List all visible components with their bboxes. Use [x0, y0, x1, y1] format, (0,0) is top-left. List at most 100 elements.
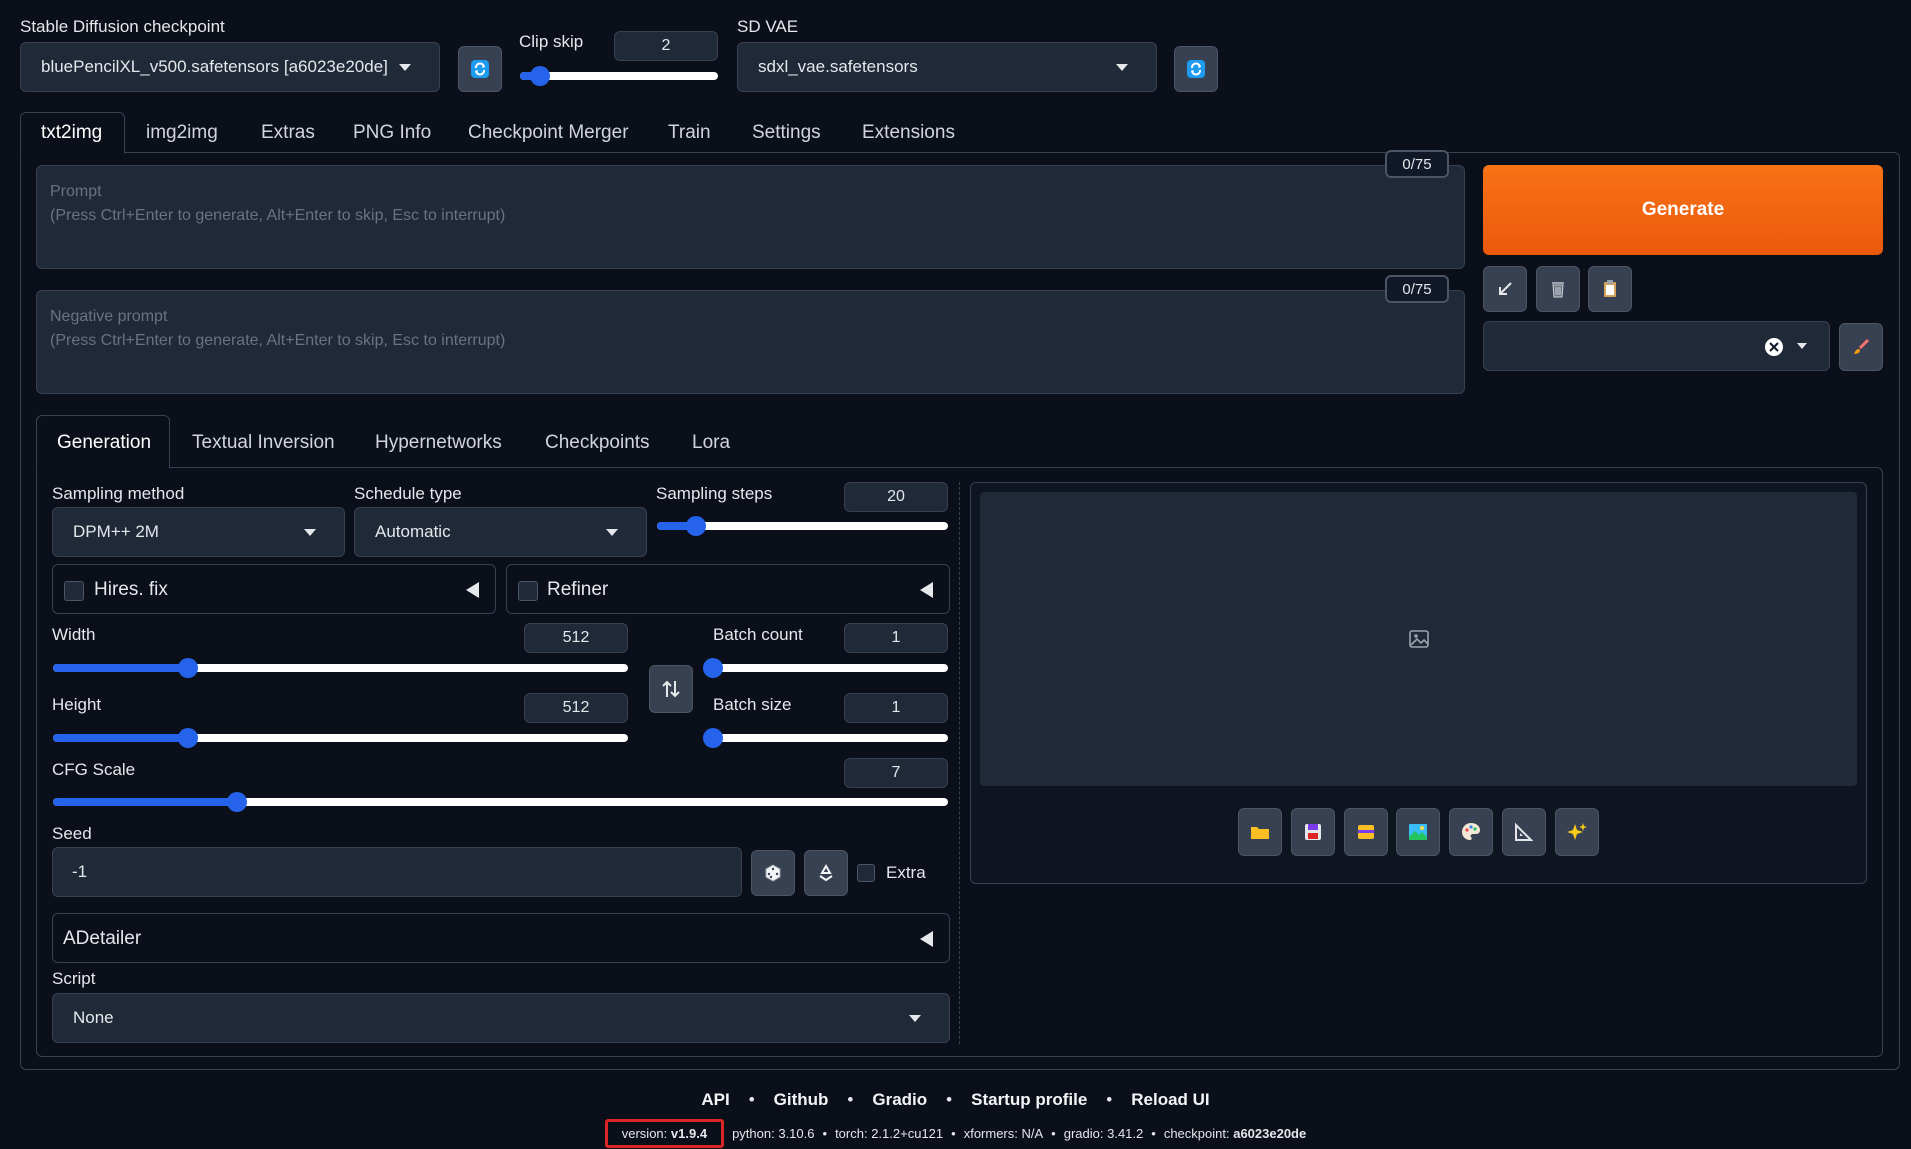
gradio-label: gradio: — [1063, 1126, 1104, 1141]
random-seed-button[interactable] — [751, 850, 795, 896]
tab-train[interactable]: Train — [668, 122, 711, 144]
refiner-label: Refiner — [547, 579, 609, 600]
footer-link-github[interactable]: Github — [774, 1090, 829, 1110]
batch-count-slider[interactable] — [703, 658, 948, 678]
tab-lora[interactable]: Lora — [692, 432, 730, 454]
reuse-seed-button[interactable] — [804, 850, 848, 896]
zip-icon — [1358, 825, 1374, 839]
sparkles-icon — [1567, 823, 1587, 840]
refresh-checkpoint-button[interactable] — [458, 46, 502, 92]
swap-dimensions-button[interactable] — [649, 665, 693, 713]
sampling-steps-slider[interactable] — [657, 516, 948, 536]
checkpoint-hash: a6023e20de — [1233, 1126, 1307, 1141]
negative-prompt-placeholder: Negative prompt — [50, 308, 168, 325]
hires-fix-checkbox[interactable] — [64, 581, 84, 601]
clip-skip-slider[interactable] — [520, 66, 718, 86]
chevron-down-icon — [1797, 343, 1807, 349]
refiner-checkbox[interactable] — [518, 581, 538, 601]
folder-icon — [1251, 827, 1269, 839]
refresh-vae-button[interactable] — [1174, 46, 1218, 92]
tab-generation[interactable]: Generation — [57, 432, 151, 454]
width-number-input[interactable]: 512 — [524, 623, 628, 653]
edit-styles-button[interactable] — [1839, 323, 1883, 371]
generate-label: Generate — [1641, 199, 1725, 220]
checkpoint-hash-label: checkpoint: — [1163, 1126, 1230, 1141]
output-gallery — [980, 492, 1857, 786]
batch-size-slider[interactable] — [703, 728, 948, 748]
version-separator: • — [1051, 1126, 1056, 1141]
sampling-method-label: Sampling method — [52, 484, 185, 503]
tab-extensions[interactable]: Extensions — [862, 122, 955, 144]
footer-link-gradio[interactable]: Gradio — [872, 1090, 927, 1110]
tab-img2img[interactable]: img2img — [146, 122, 218, 144]
batch-count-number-input[interactable]: 1 — [844, 623, 948, 653]
apply-styles-button[interactable] — [1588, 266, 1632, 312]
open-folder-button[interactable] — [1238, 808, 1282, 856]
upscale-button[interactable] — [1555, 808, 1599, 856]
send-to-img2img-button[interactable] — [1396, 808, 1440, 856]
cfg-scale-slider[interactable] — [53, 792, 948, 812]
cfg-scale-number-input[interactable]: 7 — [844, 758, 948, 788]
script-label: Script — [52, 969, 96, 988]
torch-label: torch: — [835, 1126, 868, 1141]
batch-size-number-input[interactable]: 1 — [844, 693, 948, 723]
chevron-down-icon — [1116, 64, 1128, 71]
footer-link-api[interactable]: API — [701, 1090, 729, 1110]
styles-dropdown[interactable] — [1483, 321, 1830, 371]
image-placeholder-icon — [1408, 630, 1429, 648]
height-number-input[interactable]: 512 — [524, 693, 628, 723]
python-version: 3.10.6 — [778, 1126, 815, 1141]
checkpoint-value: bluePencilXL_v500.safetensors [a6023e20d… — [41, 57, 388, 76]
recycle-icon — [819, 863, 833, 882]
tab-checkpoints[interactable]: Checkpoints — [545, 432, 650, 454]
tab-txt2img[interactable]: txt2img — [41, 122, 102, 144]
xformers-version: N/A — [1021, 1126, 1044, 1141]
script-dropdown[interactable]: None — [52, 993, 950, 1043]
tab-hypernetworks[interactable]: Hypernetworks — [375, 432, 502, 454]
vae-dropdown[interactable]: sdxl_vae.safetensors — [737, 42, 1157, 92]
negative-prompt-textarea[interactable]: Negative prompt (Press Ctrl+Enter to gen… — [36, 290, 1465, 394]
refiner-accordion[interactable]: Refiner — [506, 564, 950, 614]
version-separator: • — [822, 1126, 828, 1141]
extra-seed-checkbox[interactable] — [857, 864, 875, 882]
hires-fix-accordion[interactable]: Hires. fix — [52, 564, 496, 614]
batch-count-label: Batch count — [713, 625, 803, 644]
adetailer-label: ADetailer — [63, 928, 142, 949]
paint-brush-icon — [1854, 338, 1870, 354]
tab-png-info[interactable]: PNG Info — [353, 122, 431, 144]
footer-separator: • — [748, 1090, 755, 1109]
adetailer-accordion[interactable]: ADetailer — [52, 913, 950, 963]
send-to-extras-button[interactable] — [1502, 808, 1546, 856]
clear-icon[interactable] — [1765, 338, 1783, 356]
version-separator: • — [951, 1126, 956, 1141]
read-generation-params-button[interactable] — [1483, 266, 1527, 312]
checkpoint-dropdown[interactable]: bluePencilXL_v500.safetensors [a6023e20d… — [20, 42, 440, 92]
collapse-triangle-icon — [920, 582, 933, 598]
generate-button[interactable]: Generate — [1483, 165, 1883, 255]
version-badge: version: v1.9.4 — [604, 1119, 725, 1148]
sampling-steps-number-input[interactable]: 20 — [844, 482, 948, 512]
schedule-type-dropdown[interactable]: Automatic — [354, 507, 647, 557]
clip-skip-number-input[interactable]: 2 — [614, 31, 718, 61]
footer-link-startup-profile[interactable]: Startup profile — [971, 1090, 1087, 1110]
refresh-icon — [471, 60, 489, 78]
footer-link-reload-ui[interactable]: Reload UI — [1131, 1090, 1209, 1110]
sampling-steps-label: Sampling steps — [656, 484, 773, 503]
swap-icon — [662, 680, 680, 698]
tab-checkpoint-merger[interactable]: Checkpoint Merger — [468, 122, 629, 144]
seed-input[interactable]: -1 — [52, 847, 742, 897]
batch-size-label: Batch size — [713, 695, 792, 714]
clipboard-icon — [1604, 280, 1616, 297]
prompt-hint: (Press Ctrl+Enter to generate, Alt+Enter… — [50, 207, 506, 224]
save-button[interactable] — [1291, 808, 1335, 856]
send-to-inpaint-button[interactable] — [1449, 808, 1493, 856]
height-slider[interactable] — [53, 728, 628, 748]
zip-button[interactable] — [1344, 808, 1388, 856]
prompt-textarea[interactable]: Prompt (Press Ctrl+Enter to generate, Al… — [36, 165, 1465, 269]
tab-textual-inversion[interactable]: Textual Inversion — [192, 432, 335, 454]
tab-settings[interactable]: Settings — [752, 122, 821, 144]
clear-prompt-button[interactable] — [1536, 266, 1580, 312]
width-slider[interactable] — [53, 658, 628, 678]
tab-extras[interactable]: Extras — [261, 122, 315, 144]
sampling-method-dropdown[interactable]: DPM++ 2M — [52, 507, 345, 557]
